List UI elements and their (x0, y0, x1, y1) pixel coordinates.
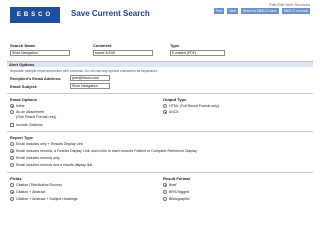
html-radio[interactable] (163, 104, 167, 108)
report-option-radio[interactable] (10, 149, 14, 153)
result-option-radio[interactable] (163, 183, 167, 187)
report-option-label: Email includes only + Results Display Li… (16, 142, 84, 146)
inline-radio[interactable] (10, 104, 14, 108)
prev-link[interactable]: Prev (213, 8, 225, 14)
include-citations-label: Include Citations (16, 123, 43, 127)
header: EBSCO Save Current Search Edit Edit Web … (0, 0, 320, 30)
report-option-radio[interactable] (10, 156, 14, 160)
result-option-label: Brief (169, 183, 177, 187)
comment-input[interactable]: saved 3/2/06 (93, 50, 153, 56)
logo: EBSCO (10, 7, 60, 23)
ascii-label: ASCII (169, 110, 179, 114)
home-link[interactable]: Return to EBSCO home (240, 8, 279, 14)
page-title: Save Current Search (71, 9, 150, 18)
report-option-radio[interactable] (10, 142, 14, 146)
result-option-label: BRS/Tagged (169, 190, 190, 194)
result-option-radio[interactable] (163, 190, 167, 194)
divider (7, 172, 313, 173)
search-name-label: Search Name (10, 43, 36, 48)
divider (7, 93, 313, 94)
field-option-radio[interactable] (10, 183, 14, 187)
output-type-label: Output Type (163, 97, 187, 102)
report-type-label: Report Type (10, 135, 34, 140)
attachment-note: (One Result Format only) (16, 115, 57, 119)
form: Search Name Comment Type Shoe Navigation… (0, 33, 320, 240)
recipient-label: Recipient's Email Address: (10, 76, 62, 81)
recipient-input[interactable]: jane@ebsco.com (70, 75, 110, 81)
journals-link[interactable]: EBSCO Journals (281, 8, 310, 14)
include-citations-checkbox[interactable] (10, 123, 14, 127)
attachment-label: As an Attachment (16, 110, 45, 114)
ascii-radio[interactable] (163, 110, 167, 114)
result-option-radio[interactable] (163, 197, 167, 201)
alert-note: Separate multiple email addresses with c… (10, 69, 159, 73)
field-option-radio[interactable] (10, 190, 14, 194)
subject-input[interactable]: Shoe Navigation (70, 83, 110, 89)
report-option-radio[interactable] (10, 163, 14, 167)
attachment-radio[interactable] (10, 110, 14, 114)
report-option-label: Email includes records, a Results Displa… (16, 149, 197, 153)
inline-label: Inline (16, 104, 25, 108)
subject-label: Email Subject: (10, 84, 38, 89)
next-link[interactable]: Next (227, 8, 238, 14)
type-select[interactable]: E-mailed (PDF) (170, 50, 225, 56)
email-options-label: Email Options (10, 97, 37, 102)
comment-label: Comment (93, 43, 112, 48)
field-option-label: Citation (Title/Author/Source) (16, 183, 63, 187)
field-option-radio[interactable] (10, 197, 14, 201)
result-format-label: Result Format (163, 176, 190, 181)
report-option-label: Email includes records only (16, 156, 60, 160)
alert-section-bar: Alert Options (7, 61, 313, 67)
type-label: Type (170, 43, 180, 48)
result-option-label: Bibliographic (169, 197, 190, 201)
field-option-label: Citation + Abstract + Subject Headings (16, 197, 78, 201)
header-links: Prev Next Return to EBSCO home EBSCO Jou… (213, 8, 310, 14)
divider (7, 131, 313, 132)
report-option-label: Email includes records and a results dis… (16, 163, 93, 167)
field-option-label: Citation + Abstract (16, 190, 46, 194)
html-label: HTML (Full Result Format only) (169, 104, 219, 108)
search-name-input[interactable]: Shoe Navigation (10, 50, 70, 56)
fields-label: Fields (10, 176, 22, 181)
